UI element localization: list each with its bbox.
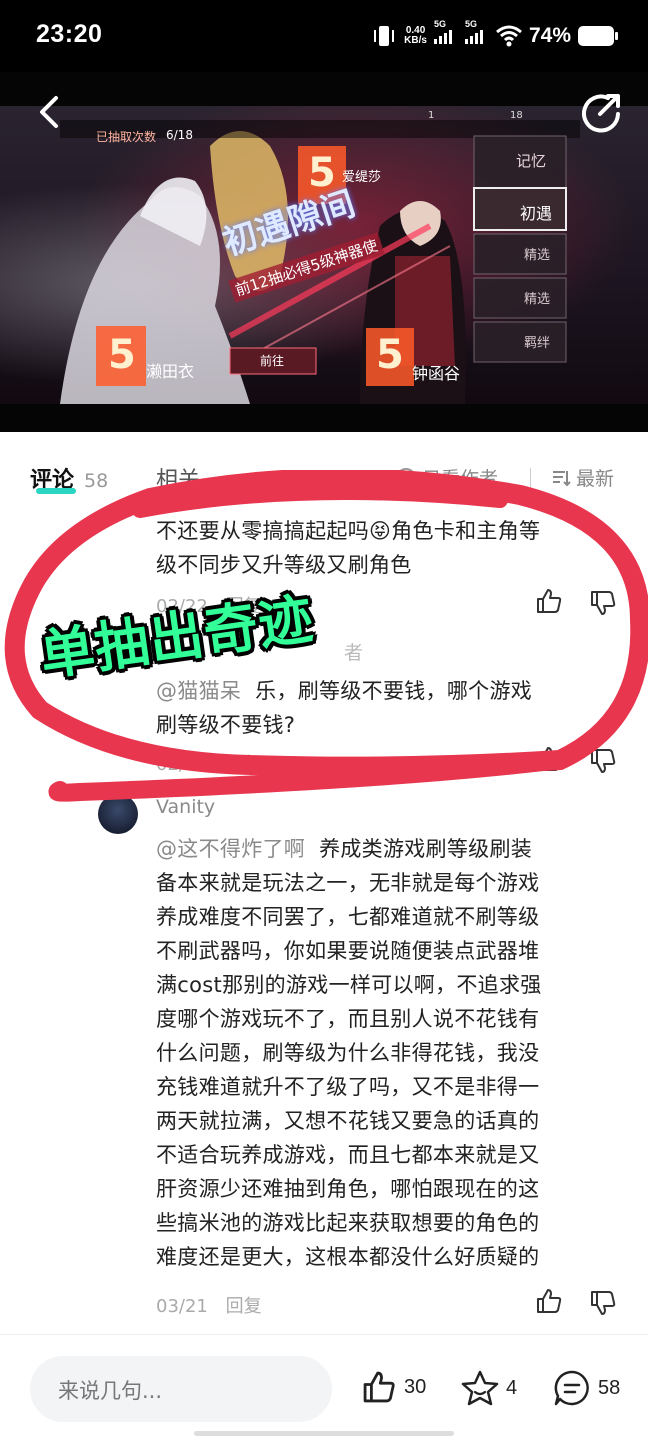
- char-grade-2: 5: [308, 150, 336, 196]
- status-icons: 0.40 KB/s 5G 5G 74%: [371, 19, 618, 50]
- comment-3-date: 03/21: [156, 1296, 208, 1317]
- thumbs-down-icon[interactable]: [588, 1288, 618, 1318]
- side-tab-bond[interactable]: 羁绊: [524, 332, 550, 351]
- side-tab-first[interactable]: 初遇: [520, 200, 552, 224]
- goto-button[interactable]: 前往: [260, 352, 284, 369]
- like-action[interactable]: 30: [360, 1368, 426, 1406]
- like-count: 30: [404, 1375, 427, 1398]
- active-tab-indicator: [36, 488, 76, 494]
- comment-3-text: @这不得炸了啊 养成类游戏刷等级刷装 备本来就是玩法之一，无非就是每个游戏 养成…: [156, 837, 542, 1269]
- tab-related[interactable]: 相关: [156, 462, 200, 494]
- star-icon: [461, 1370, 499, 1406]
- char-name-1: 濑田衣: [146, 362, 195, 381]
- comment-3-username[interactable]: Vanity: [156, 796, 215, 818]
- char-grade-3: 5: [376, 332, 404, 378]
- draw-count-label: 已抽取次数: [96, 130, 157, 144]
- vibrate-icon: [374, 26, 395, 46]
- comments-count: 58: [84, 470, 109, 492]
- thumbs-up-icon: [363, 1371, 395, 1403]
- comment-2-meta: 02/22 回复: [156, 750, 262, 776]
- thumbs-down-icon[interactable]: [588, 588, 618, 618]
- comment-2-username-partial[interactable]: 者: [344, 638, 363, 665]
- signal-5g-2-icon: 5G: [464, 19, 489, 44]
- battery-percent: 74%: [528, 24, 571, 47]
- comment-action[interactable]: 58: [552, 1368, 620, 1408]
- thumbs-up-icon[interactable]: [534, 1286, 564, 1316]
- bottom-divider: [0, 1334, 648, 1335]
- sort-latest-button[interactable]: 最新: [550, 464, 614, 491]
- wifi-icon: [496, 25, 522, 47]
- author-only-toggle[interactable]: 只看作者: [396, 464, 498, 491]
- favorite-action[interactable]: 4: [460, 1368, 517, 1408]
- thumbs-up-icon[interactable]: [534, 744, 564, 774]
- side-tab-select-2[interactable]: 精选: [524, 288, 550, 307]
- comment-count: 58: [598, 1376, 621, 1399]
- comment-1-text: 不还要从零搞搞起起吗😝角色卡和主角等 级不同步又升等级又刷角色: [156, 519, 541, 577]
- radio-circle-icon: [396, 467, 416, 488]
- thumbs-down-icon[interactable]: [588, 746, 618, 776]
- signal-5g-1-icon: 5G: [433, 19, 458, 44]
- side-tab-memory[interactable]: 记忆: [516, 150, 546, 171]
- avatar[interactable]: [98, 794, 138, 834]
- thumbs-up-icon[interactable]: [534, 586, 564, 616]
- back-arrow-icon[interactable]: [32, 92, 72, 132]
- currency-1: 1: [428, 110, 435, 121]
- draw-count-value: 6/18: [166, 128, 193, 142]
- comment-2-text: @猫猫呆 乐，刷等级不要钱，哪个游戏 刷等级不要钱?: [156, 679, 533, 737]
- comment-bubble-icon: [554, 1370, 589, 1406]
- comment-input-placeholder: 来说几句...: [58, 1379, 163, 1403]
- comment-input[interactable]: 来说几句...: [30, 1356, 332, 1422]
- status-bar: 23:20 0.40 KB/s 5G 5G 74%: [0, 0, 648, 72]
- sort-lines-icon: [553, 470, 571, 486]
- divider: [530, 468, 531, 490]
- side-tab-select-1[interactable]: 精选: [524, 244, 550, 263]
- net-speed: 0.40 KB/s: [404, 25, 427, 46]
- char-name-2: 爱缇莎: [342, 170, 382, 185]
- comment-tabs: 评论 58 相关 只看作者 最新: [0, 432, 648, 494]
- home-indicator[interactable]: [194, 1431, 454, 1436]
- game-screenshot[interactable]: 已抽取次数 6/18 1 18 初遇隙间 前12抽必得5级神器使 5 濑田衣 5…: [0, 106, 648, 404]
- share-icon[interactable]: [578, 90, 624, 136]
- char-name-3: 钟函谷: [412, 364, 461, 383]
- comment-3-mention[interactable]: @这不得炸了啊: [156, 837, 305, 861]
- comment-2-reply[interactable]: 回复: [226, 754, 262, 775]
- char-grade-1: 5: [108, 332, 136, 378]
- comment-2-mention[interactable]: @猫猫呆: [156, 679, 241, 703]
- currency-2: 18: [510, 110, 523, 121]
- status-time: 23:20: [36, 20, 103, 48]
- favorite-count: 4: [506, 1376, 518, 1399]
- battery-icon: [578, 26, 618, 46]
- comment-2-date: 02/22: [156, 754, 208, 775]
- comment-3-reply[interactable]: 回复: [226, 1296, 262, 1317]
- comment-3-meta: 03/21 回复: [156, 1292, 262, 1318]
